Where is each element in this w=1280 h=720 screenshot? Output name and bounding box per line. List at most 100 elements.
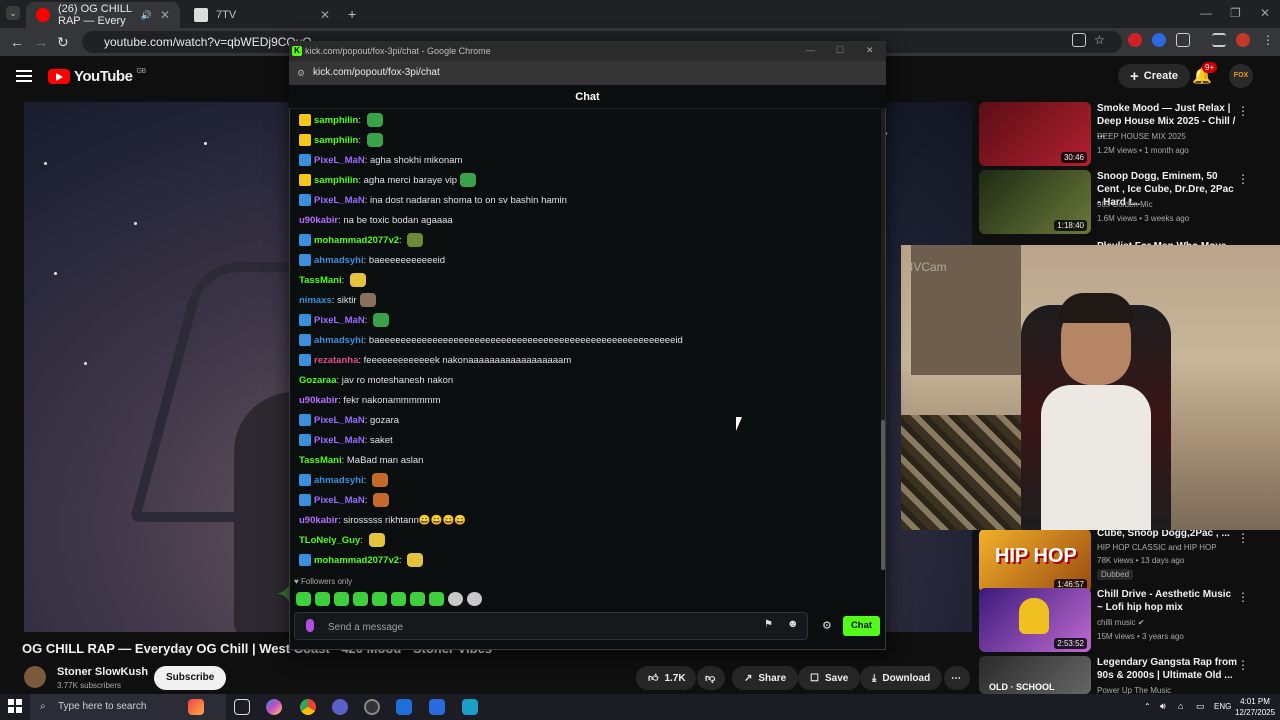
video-thumbnail[interactable]: OLD · SCHOOL bbox=[979, 656, 1091, 694]
video-thumbnail[interactable]: 30:46 bbox=[979, 102, 1091, 166]
language-indicator[interactable]: ENG bbox=[1214, 702, 1231, 711]
reload-icon[interactable]: ↻ bbox=[57, 34, 69, 51]
recommendation-item[interactable]: 2:53:52 Chill Drive - Aesthetic Music ~ … bbox=[979, 588, 1259, 654]
copilot-icon[interactable] bbox=[266, 699, 282, 715]
emote-icon[interactable] bbox=[391, 592, 406, 606]
forward-icon[interactable]: → bbox=[34, 34, 48, 50]
translate-icon[interactable]: ⚑ bbox=[764, 619, 773, 630]
video-thumbnail[interactable]: 2:53:52 bbox=[979, 588, 1091, 652]
editor-taskbar-icon[interactable] bbox=[429, 699, 445, 715]
more-options-icon[interactable]: ⋮ bbox=[1237, 104, 1249, 118]
chat-username[interactable]: samphilin bbox=[314, 115, 358, 126]
chat-username[interactable]: samphilin bbox=[314, 135, 358, 146]
hamburger-menu-icon[interactable] bbox=[16, 70, 32, 82]
new-tab-button[interactable]: + bbox=[348, 6, 356, 22]
emote-icon[interactable] bbox=[410, 592, 425, 606]
chrome-menu-icon[interactable]: ⋮ bbox=[1262, 33, 1276, 47]
emote-icon[interactable] bbox=[448, 592, 463, 606]
taskbar-clock[interactable]: 4:01 PM 12/27/2025 bbox=[1235, 696, 1275, 718]
bookmark-star-icon[interactable]: ☆ bbox=[1094, 33, 1108, 47]
channel-name[interactable]: Stoner SlowKush bbox=[57, 666, 148, 678]
chat-username[interactable]: PixeL_MaN bbox=[314, 495, 365, 506]
recommendation-item[interactable]: OLD · SCHOOL Legendary Gangsta Rap from … bbox=[979, 656, 1259, 694]
windows-start-icon[interactable] bbox=[8, 699, 22, 713]
popup-close-icon[interactable]: ✕ bbox=[866, 45, 874, 56]
chat-username[interactable]: mohammad2077v2 bbox=[314, 235, 399, 246]
share-button[interactable]: ↗ Share bbox=[732, 666, 799, 690]
extension-red-icon[interactable] bbox=[1128, 33, 1142, 47]
more-options-icon[interactable]: ⋮ bbox=[1237, 658, 1249, 672]
chat-username[interactable]: TassMani bbox=[299, 275, 342, 286]
chat-username[interactable]: u90kabir bbox=[299, 515, 338, 526]
chat-username[interactable]: rezatanha bbox=[314, 355, 358, 366]
profile-avatar-icon[interactable] bbox=[1236, 33, 1250, 47]
recommendation-item[interactable]: HIP HOP 1:46:57 Cube, Snoop Dogg,2Pac , … bbox=[979, 528, 1259, 595]
chat-username[interactable]: PixeL_MaN bbox=[314, 435, 365, 446]
chat-username[interactable]: u90kabir bbox=[299, 395, 338, 406]
back-icon[interactable]: ← bbox=[10, 34, 24, 50]
chat-username[interactable]: ahmadsyhi bbox=[314, 335, 364, 346]
video-thumbnail[interactable]: HIP HOP 1:46:57 bbox=[979, 529, 1091, 593]
more-options-icon[interactable]: ⋮ bbox=[1237, 172, 1249, 186]
speaker-icon[interactable]: 🔊 bbox=[141, 10, 152, 21]
close-tab-icon[interactable]: ✕ bbox=[160, 8, 170, 22]
emote-icon[interactable] bbox=[334, 592, 349, 606]
emote-icon[interactable] bbox=[467, 592, 482, 606]
chat-message-list[interactable]: samphilin: samphilin: PixeL_MaN: agha sh… bbox=[299, 110, 879, 575]
recommendation-channel[interactable]: chilli music ✔ bbox=[1097, 618, 1145, 627]
recommendation-channel[interactable]: DEEP HOUSE MIX 2025 bbox=[1097, 132, 1186, 141]
task-view-icon[interactable] bbox=[234, 699, 250, 715]
chat-username[interactable]: mohammad2077v2 bbox=[314, 555, 399, 566]
save-button[interactable]: ☐ Save bbox=[798, 666, 861, 690]
battery-icon[interactable]: ▭ bbox=[1196, 701, 1205, 712]
recommendation-item[interactable]: 1:18:40 Snoop Dogg, Eminem, 50 Cent , Ic… bbox=[979, 170, 1259, 236]
chat-message-input[interactable] bbox=[328, 620, 748, 634]
more-options-icon[interactable]: ⋮ bbox=[1237, 531, 1249, 545]
chat-username[interactable]: TLoNely_Guy bbox=[299, 535, 360, 546]
more-options-icon[interactable]: ⋮ bbox=[1237, 590, 1249, 604]
chat-username[interactable]: samphilin bbox=[314, 175, 358, 186]
vpn-taskbar-icon[interactable] bbox=[462, 699, 478, 715]
emote-icon[interactable] bbox=[315, 592, 330, 606]
popup-minimize-icon[interactable]: — bbox=[806, 45, 815, 55]
close-window-icon[interactable]: ✕ bbox=[1260, 6, 1270, 20]
chat-username[interactable]: PixeL_MaN bbox=[314, 315, 365, 326]
chrome-taskbar-icon[interactable] bbox=[300, 699, 316, 715]
maximize-icon[interactable]: ❐ bbox=[1230, 6, 1241, 20]
tab-search-button[interactable]: ⌄ bbox=[6, 6, 20, 20]
tab-7tv[interactable]: 7TV ✕ bbox=[184, 2, 340, 28]
download-button[interactable]: ⤓ Download bbox=[860, 666, 943, 690]
like-button[interactable]: 👍︎ 1.7K bbox=[636, 666, 696, 690]
discord-taskbar-icon[interactable] bbox=[332, 699, 348, 715]
chat-username[interactable]: PixeL_MaN bbox=[314, 415, 365, 426]
obs-taskbar-icon[interactable] bbox=[364, 699, 380, 715]
microphone-icon[interactable] bbox=[306, 619, 314, 632]
dislike-button[interactable]: 👎︎ bbox=[697, 666, 725, 690]
chat-username[interactable]: PixeL_MaN bbox=[314, 155, 365, 166]
recommendation-title[interactable]: Legendary Gangsta Rap from 90s & 2000s |… bbox=[1097, 656, 1239, 682]
emote-icon[interactable] bbox=[353, 592, 368, 606]
subscribe-button[interactable]: Subscribe bbox=[154, 666, 227, 690]
recommendation-channel[interactable]: HIP HOP CLASSIC and HIP HOP bbox=[1097, 543, 1217, 552]
emote-icon[interactable] bbox=[429, 592, 444, 606]
network-icon[interactable]: ⌂ bbox=[1178, 701, 1183, 711]
chat-username[interactable]: TassMani bbox=[299, 455, 342, 466]
emote-icon[interactable] bbox=[296, 592, 311, 606]
recommendation-channel[interactable]: Power Up The Music bbox=[1097, 686, 1171, 694]
site-info-icon[interactable]: ⚙ bbox=[297, 68, 305, 79]
channel-avatar[interactable] bbox=[24, 666, 46, 688]
install-icon[interactable] bbox=[1072, 33, 1086, 47]
more-actions-button[interactable]: ⋯ bbox=[944, 666, 970, 690]
media-control-icon[interactable] bbox=[1212, 33, 1226, 47]
chat-scrollbar-thumb[interactable] bbox=[881, 420, 885, 570]
search-highlight-icon[interactable] bbox=[188, 699, 204, 715]
send-chat-button[interactable]: Chat bbox=[843, 616, 880, 636]
chat-username[interactable]: ahmadsyhi bbox=[314, 475, 364, 486]
extension-blue-icon[interactable] bbox=[1152, 33, 1166, 47]
close-tab-icon[interactable]: ✕ bbox=[320, 8, 330, 22]
chat-username[interactable]: ahmadsyhi bbox=[314, 255, 364, 266]
recommendation-channel[interactable]: 90s Golden Mic bbox=[1097, 200, 1153, 209]
extensions-puzzle-icon[interactable] bbox=[1176, 33, 1190, 47]
video-thumbnail[interactable]: 1:18:40 bbox=[979, 170, 1091, 234]
chat-settings-gear-icon[interactable]: ⚙ bbox=[822, 619, 832, 632]
